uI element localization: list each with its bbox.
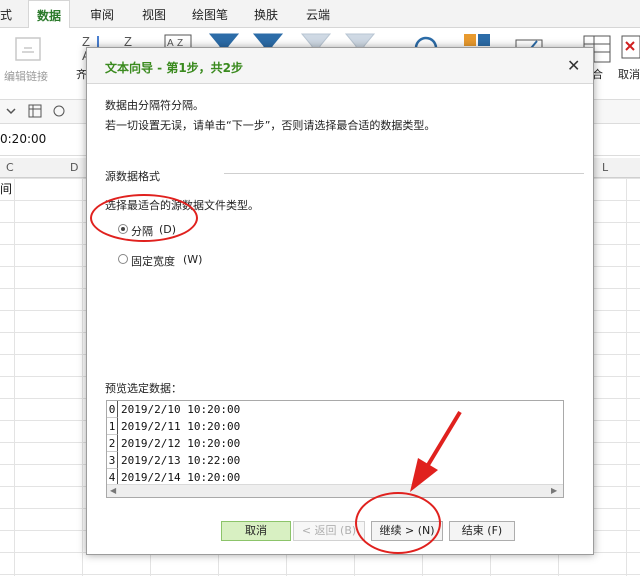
annotation-arrow-icon <box>410 410 462 492</box>
